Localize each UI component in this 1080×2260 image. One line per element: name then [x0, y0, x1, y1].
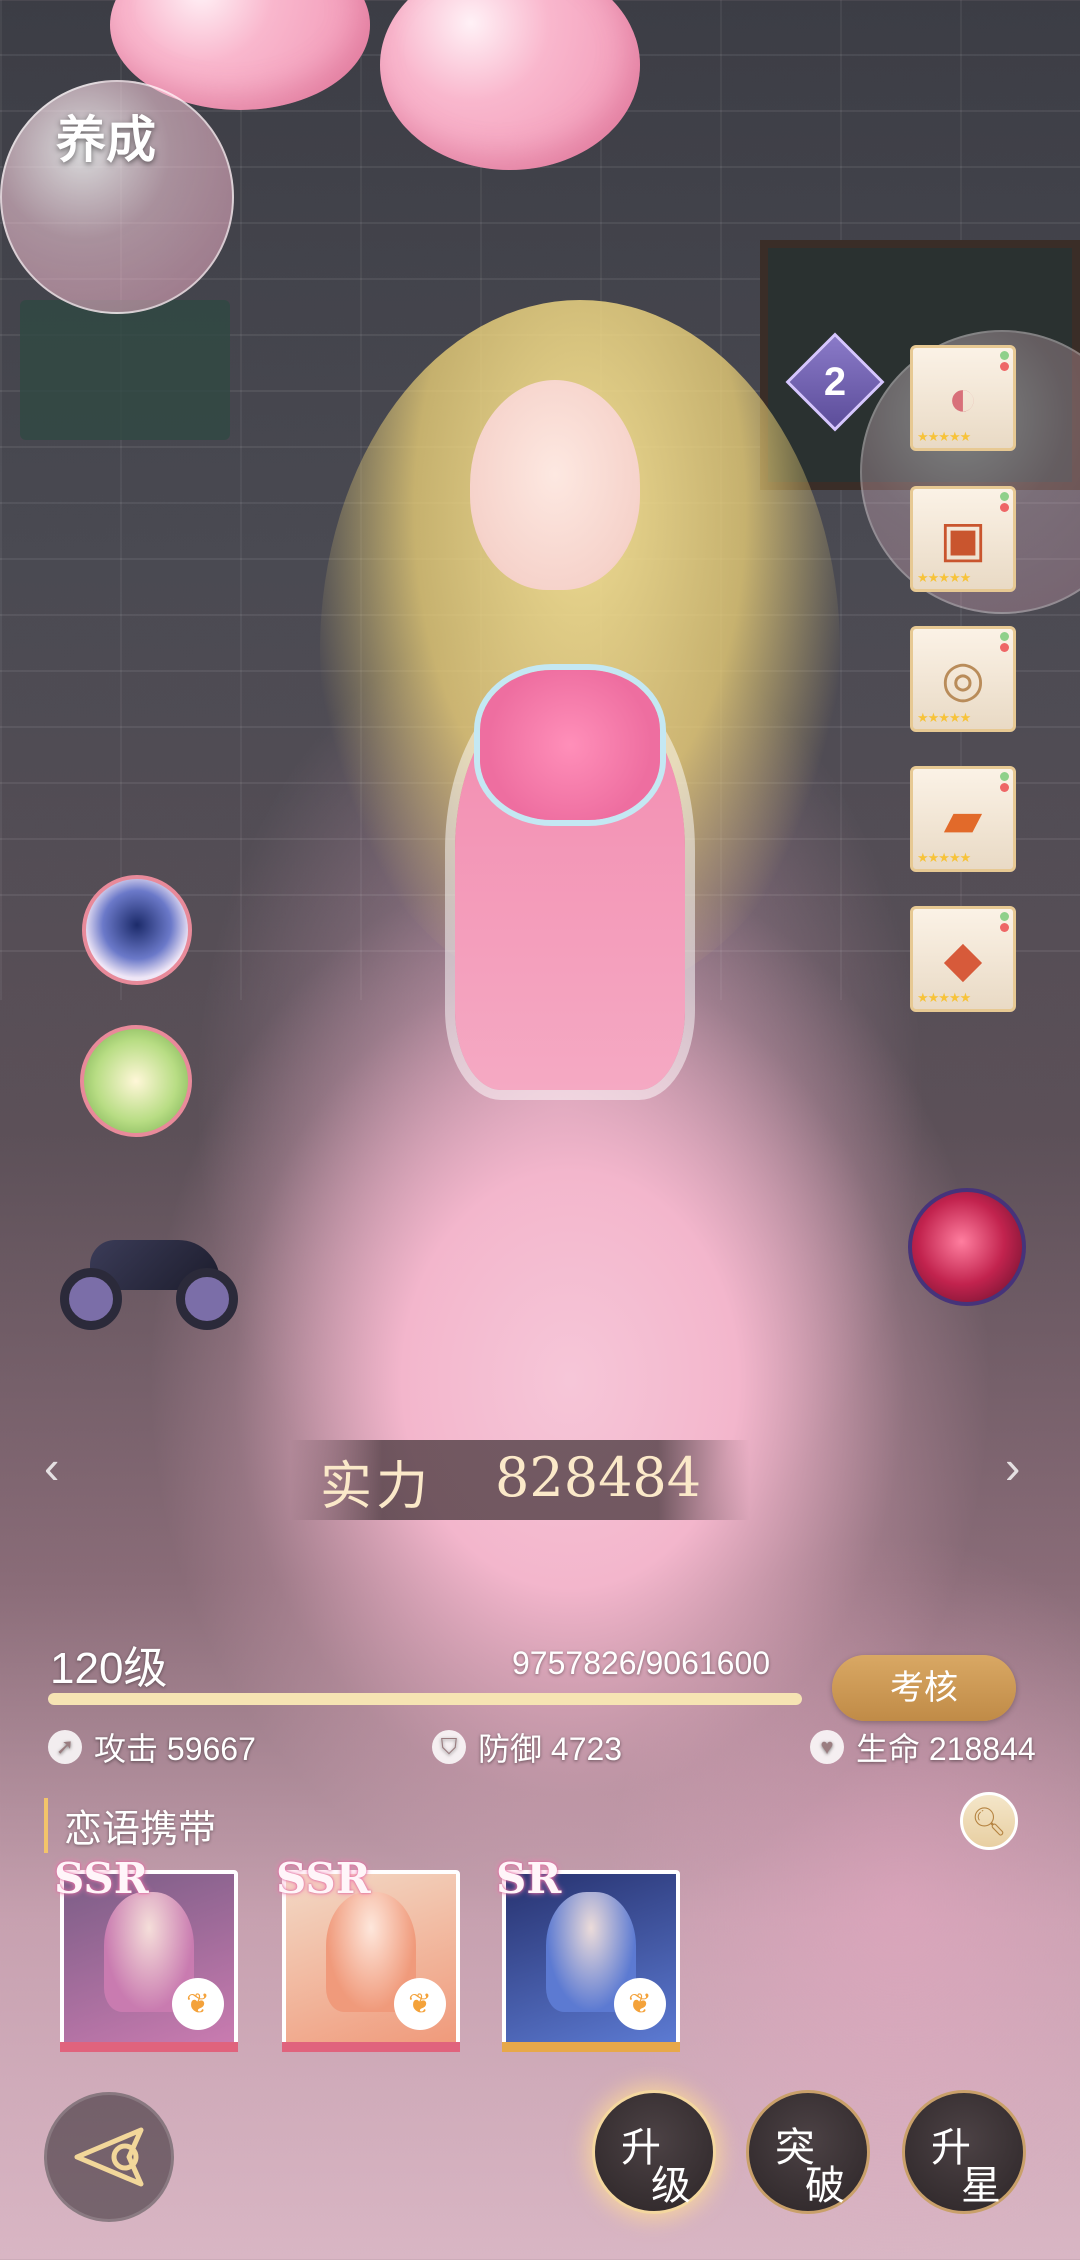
star-rating: ★★★★★ — [917, 570, 971, 585]
skill-orb-rose[interactable] — [908, 1188, 1026, 1306]
stat-attack: ➚ 攻击 59667 — [48, 1724, 256, 1770]
exam-button[interactable]: 考核 — [832, 1655, 1016, 1721]
gem-dots — [1000, 492, 1010, 514]
equipment-slot-bracelet[interactable]: ◎ ★★★★★ — [910, 626, 1016, 732]
stat-hp: ♥ 生命 218844 — [810, 1724, 1036, 1770]
gem-dots — [1000, 912, 1010, 934]
headband-icon: ◐ — [947, 370, 979, 426]
equipment-slot-cube[interactable]: ◆ ★★★★★ — [910, 906, 1016, 1012]
upgrade-char-2: 级 — [651, 2163, 691, 2209]
companions-title: 恋语携带 — [44, 1798, 216, 1853]
next-outfit-arrow[interactable]: › — [1005, 1440, 1020, 1494]
motorcycle-wheel — [60, 1268, 122, 1330]
character-bow — [480, 670, 660, 820]
rarity-strip — [502, 2042, 680, 2052]
prev-outfit-arrow[interactable]: ‹ — [44, 1440, 59, 1494]
exp-progress-bar — [48, 1693, 802, 1705]
bracelet-icon: ◎ — [941, 651, 985, 707]
cube-icon: ◆ — [943, 931, 983, 987]
gem-dots — [1000, 632, 1010, 654]
companion-card[interactable]: SSR ❦ — [276, 1854, 460, 2052]
equipment-slot-sneakers[interactable]: ▰ ★★★★★ — [910, 766, 1016, 872]
rarity-strip — [282, 2042, 460, 2052]
companion-card[interactable]: SSR ❦ — [54, 1854, 238, 2052]
stat-attack-label: 攻击 59667 — [94, 1731, 256, 1767]
search-icon[interactable]: 🔍︎ — [960, 1792, 1018, 1850]
pet-orb[interactable] — [80, 1025, 192, 1137]
motorcycle-wheel — [176, 1268, 238, 1330]
star-rating: ★★★★★ — [917, 990, 971, 1005]
star-up-button[interactable]: 升 星 — [902, 2090, 1026, 2214]
sneakers-icon: ▰ — [943, 791, 983, 847]
stat-defense-label: 防御 4723 — [478, 1731, 623, 1767]
stat-hp-label: 生命 218844 — [856, 1731, 1036, 1767]
character-head — [470, 380, 640, 590]
motorcycle-vehicle[interactable] — [60, 1220, 240, 1330]
equipment-slot-jacket[interactable]: ▣ ★★★★★ — [910, 486, 1016, 592]
rarity-label: SR — [496, 1854, 562, 1903]
gem-dots — [1000, 351, 1010, 373]
rarity-label: SSR — [54, 1854, 149, 1903]
exp-progress-fill — [48, 1693, 802, 1705]
drop-badge-icon: ❦ — [614, 1978, 666, 2030]
breakthrough-button[interactable]: 突 破 — [746, 2090, 870, 2214]
star-rating: ★★★★★ — [917, 429, 971, 444]
star-rating: ★★★★★ — [917, 710, 971, 725]
heart-icon: ♥ — [810, 1730, 844, 1764]
gem-dots — [1000, 772, 1010, 794]
exp-text: 9757826/9061600 — [512, 1645, 771, 1681]
rank-number: 2 — [823, 360, 847, 404]
power-label: 实力 — [320, 1457, 433, 1517]
rarity-label: SSR — [276, 1854, 371, 1903]
stat-defense: ⛉ 防御 4723 — [432, 1724, 622, 1770]
star-rating: ★★★★★ — [917, 850, 971, 865]
accessory-orb-moon[interactable] — [82, 875, 192, 985]
back-arrow-icon — [74, 2127, 144, 2187]
jacket-icon: ▣ — [939, 511, 987, 567]
shield-icon: ⛉ — [432, 1730, 466, 1764]
breakthrough-char-2: 破 — [805, 2163, 845, 2209]
power-value: 828484 — [495, 1446, 702, 1509]
upgrade-button[interactable]: 升 级 — [592, 2090, 716, 2214]
level-text: 120级 — [50, 1644, 168, 1693]
rarity-strip — [60, 2042, 238, 2052]
drop-badge-icon: ❦ — [172, 1978, 224, 2030]
companion-card[interactable]: SR ❦ — [496, 1854, 680, 2052]
shelf-decor — [20, 300, 230, 440]
attack-icon: ➚ — [48, 1730, 82, 1764]
star-up-char-2: 星 — [961, 2163, 1001, 2209]
page-title: 养成 — [56, 111, 156, 169]
back-button[interactable] — [44, 2092, 174, 2222]
drop-badge-icon: ❦ — [394, 1978, 446, 2030]
equipment-slot-headband[interactable]: ◐ ★★★★★ — [910, 345, 1016, 451]
